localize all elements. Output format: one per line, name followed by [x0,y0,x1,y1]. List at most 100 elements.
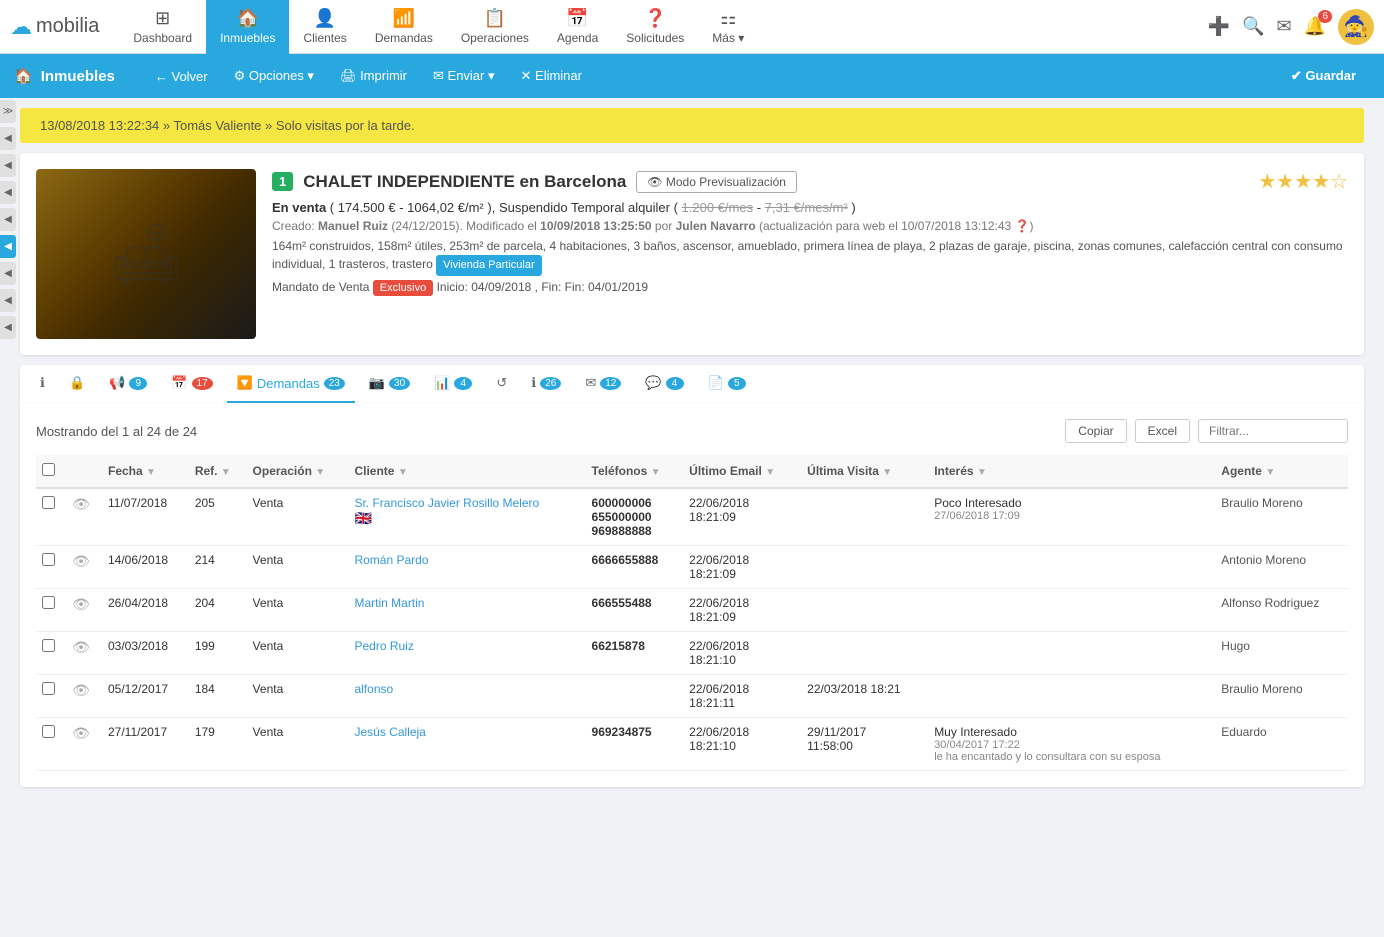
row-checkbox[interactable] [42,639,55,652]
star-rating[interactable]: ★★★★☆ [1258,169,1348,194]
left-arrow-a8[interactable]: ◀ [0,316,16,339]
cell-fecha: 14/06/2018 [102,546,189,589]
client-link[interactable]: Martin Martin [354,596,424,610]
left-arrow-a7[interactable]: ◀ [0,289,16,312]
nav-item-operaciones[interactable]: 📋 Operaciones [447,0,543,54]
col-telefonos[interactable]: Teléfonos ▼ [586,455,684,488]
cell-agente: Antonio Moreno [1215,546,1348,589]
phone-number: 666555488 [592,596,652,610]
view-row-icon[interactable]: 👁 [72,682,90,698]
client-link[interactable]: alfonso [354,682,393,696]
cell-fecha: 11/07/2018 [102,488,189,546]
cell-operacion: Venta [247,589,349,632]
logo[interactable]: ☁ mobilia [10,14,99,40]
client-link[interactable]: Sr. Francisco Javier Rosillo Melero [354,496,539,510]
nav-label-agenda: Agenda [557,31,598,45]
view-row-icon[interactable]: 👁 [72,496,90,512]
tab-megaphone[interactable]: 📢9 [99,365,157,403]
nav-label-operaciones: Operaciones [461,31,529,45]
nav-item-agenda[interactable]: 📅Agenda [543,0,612,54]
col-ultima_visita[interactable]: Última Visita ▼ [801,455,928,488]
bell-icon[interactable]: 🔔 6 [1304,16,1326,37]
view-row-icon[interactable]: 👁 [72,596,90,612]
cell-cliente[interactable]: alfonso [348,675,585,718]
col-ultimo_email[interactable]: Último Email ▼ [683,455,801,488]
cell-agente: Hugo [1215,632,1348,675]
search-icon[interactable]: 🔍 [1242,16,1264,37]
tab-calendar[interactable]: 📅17 [161,365,222,403]
cell-cliente[interactable]: Sr. Francisco Javier Rosillo Melero🇬🇧 [348,488,585,546]
enviar-button[interactable]: ✉ Enviar ▾ [423,63,505,89]
col-agente[interactable]: Agente ▼ [1215,455,1348,488]
col-fecha[interactable]: Fecha ▼ [102,455,189,488]
tab-refresh[interactable]: ↺ [486,365,517,403]
client-link[interactable]: Pedro Ruiz [354,639,413,653]
nav-icon-operaciones: 📋 [484,8,506,29]
row-checkbox[interactable] [42,725,55,738]
tab-lock[interactable]: 🔒 [59,365,95,403]
avatar[interactable]: 🧙 [1338,9,1374,45]
tab-info[interactable]: ℹ [30,365,55,403]
filter-input[interactable] [1198,419,1348,443]
nav-item-clientes[interactable]: 👤Clientes [289,0,360,54]
row-checkbox[interactable] [42,553,55,566]
view-row-icon[interactable]: 👁 [72,639,90,655]
copy-button[interactable]: Copiar [1065,419,1126,443]
left-arrow-a5[interactable]: ◀ [0,235,16,258]
nav-item-mas[interactable]: ⚏Más ▾ [698,0,758,54]
nav-icon-demandas: 📶 [393,8,415,29]
left-arrow-a1[interactable]: ◀ [0,127,16,150]
tab-email[interactable]: ✉12 [575,365,631,403]
excel-button[interactable]: Excel [1135,419,1190,443]
property-card: 1 CHALET INDEPENDIENTE en Barcelona 👁 Mo… [20,153,1364,355]
eliminar-button[interactable]: ✕ Eliminar [511,63,592,89]
left-arrow-double[interactable]: ≫ [0,100,16,123]
tab-demandas[interactable]: 🔽Demandas23 [227,365,355,403]
tab-info2[interactable]: ℹ26 [521,365,571,403]
client-link[interactable]: Román Pardo [354,553,428,567]
view-row-icon[interactable]: 👁 [72,553,90,569]
nav-item-dashboard[interactable]: ⊞Dashboard [119,0,206,54]
cell-cliente[interactable]: Jesús Calleja [348,718,585,771]
row-checkbox[interactable] [42,596,55,609]
cell-ref: 214 [189,546,247,589]
col-operacion[interactable]: Operación ▼ [247,455,349,488]
cell-ultima-visita: 29/11/201711:58:00 [801,718,928,771]
tab-camera[interactable]: 📷30 [359,365,420,403]
nav-item-solicitudes[interactable]: ❓Solicitudes [612,0,698,54]
cell-cliente[interactable]: Martin Martin [348,589,585,632]
tab-table[interactable]: 📊4 [424,365,482,403]
nav-item-inmuebles[interactable]: 🏠Inmuebles [206,0,289,54]
cell-cliente[interactable]: Pedro Ruiz [348,632,585,675]
left-arrow-a6[interactable]: ◀ [0,262,16,285]
col-cliente[interactable]: Cliente ▼ [348,455,585,488]
col-ref[interactable]: Ref. ▼ [189,455,247,488]
volver-button[interactable]: ← Volver [145,64,218,89]
col-interes[interactable]: Interés ▼ [928,455,1215,488]
row-checkbox[interactable] [42,496,55,509]
row-checkbox[interactable] [42,682,55,695]
cell-cliente[interactable]: Román Pardo [348,546,585,589]
cell-ultima-visita: 22/03/2018 18:21 [801,675,928,718]
table-row: 👁14/06/2018214VentaRomán Pardo6666655888… [36,546,1348,589]
view-row-icon[interactable]: 👁 [72,725,90,741]
save-button[interactable]: ✔ Guardar [1277,63,1370,89]
select-all-checkbox[interactable] [42,463,55,476]
tab-count-whatsapp: 4 [666,377,684,390]
tab-whatsapp[interactable]: 💬4 [635,365,693,403]
cell-ultimo-email: 22/06/201818:21:10 [683,718,801,771]
left-arrow-a3[interactable]: ◀ [0,181,16,204]
left-arrow-a2[interactable]: ◀ [0,154,16,177]
left-arrow-a4[interactable]: ◀ [0,208,16,231]
imprimir-button[interactable]: 🖨 Imprimir [330,63,417,89]
opciones-button[interactable]: ⚙ Opciones ▾ [224,63,324,89]
nav-item-demandas[interactable]: 📶Demandas [361,0,447,54]
preview-button[interactable]: 👁 Modo Previsualización [636,171,797,193]
logo-text: mobilia [36,15,99,38]
mail-icon[interactable]: ✉ [1276,16,1291,37]
client-link[interactable]: Jesús Calleja [354,725,425,739]
tab-count-camera: 30 [389,377,410,390]
add-button[interactable]: ➕ [1208,16,1230,37]
tab-doc[interactable]: 📄5 [698,365,756,403]
nav-label-clientes: Clientes [303,31,346,45]
